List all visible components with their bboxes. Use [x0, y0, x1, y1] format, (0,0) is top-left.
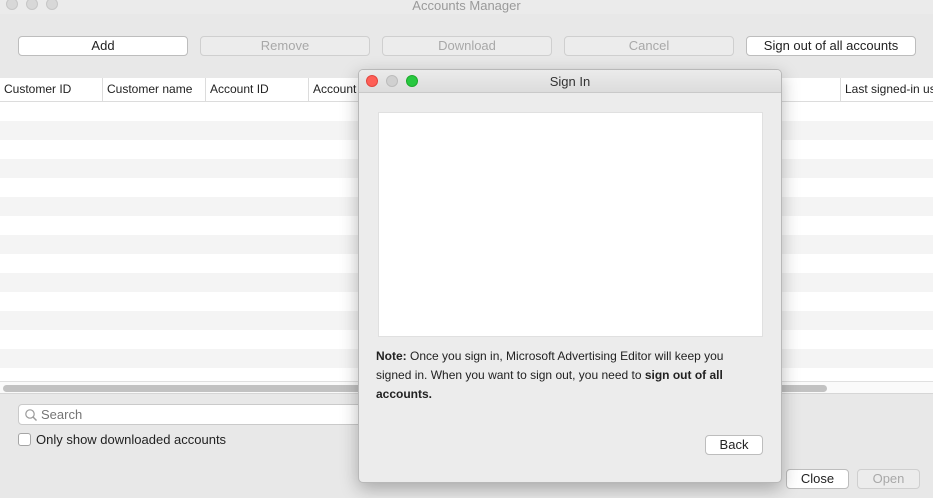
only-downloaded-checkbox[interactable] — [18, 433, 31, 446]
column-header-customer-id[interactable]: Customer ID — [0, 78, 102, 101]
only-downloaded-filter[interactable]: Only show downloaded accounts — [18, 432, 226, 447]
search-input[interactable] — [41, 405, 341, 424]
sign-out-all-button[interactable]: Sign out of all accounts — [746, 36, 916, 56]
window-title: Accounts Manager — [412, 0, 521, 13]
note-label: Note: — [376, 349, 407, 363]
window-titlebar: Accounts Manager — [0, 0, 933, 14]
dialog-title: Sign In — [549, 74, 591, 89]
search-field[interactable] — [18, 404, 363, 425]
sign-in-web-view[interactable] — [378, 112, 763, 337]
sign-in-note: Note: Once you sign in, Microsoft Advert… — [376, 347, 751, 404]
column-header-account-id[interactable]: Account ID — [205, 78, 308, 101]
cancel-button[interactable]: Cancel — [564, 36, 734, 56]
close-button[interactable]: Close — [786, 469, 849, 489]
sign-in-dialog: Sign In Note: Once you sign in, Microsof… — [358, 69, 782, 483]
search-icon — [25, 409, 37, 421]
back-button[interactable]: Back — [705, 435, 763, 455]
download-button[interactable]: Download — [382, 36, 552, 56]
open-button[interactable]: Open — [857, 469, 920, 489]
column-header-last-signed-in[interactable]: Last signed-in us — [840, 78, 933, 101]
only-downloaded-label: Only show downloaded accounts — [36, 432, 227, 447]
dialog-titlebar: Sign In — [359, 70, 781, 93]
add-button[interactable]: Add — [18, 36, 188, 56]
remove-button[interactable]: Remove — [200, 36, 370, 56]
column-header-customer-name[interactable]: Customer name — [102, 78, 205, 101]
